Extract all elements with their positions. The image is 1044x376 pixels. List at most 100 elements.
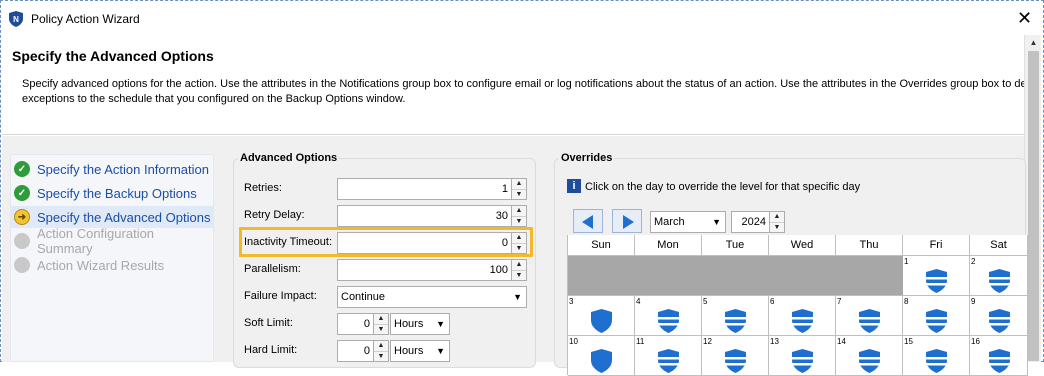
day-number: 7 <box>837 297 842 306</box>
soft-limit-unit-select[interactable]: Hours ▼ <box>390 313 450 335</box>
spin-up-icon[interactable]: ▲ <box>512 179 526 189</box>
pending-icon <box>14 233 30 249</box>
day-of-week-header: Wed <box>769 235 836 256</box>
day-number: 13 <box>770 337 779 346</box>
incremental-backup-shield-icon <box>926 349 947 373</box>
calendar-day[interactable]: 7 <box>836 296 903 336</box>
retry-delay-stepper[interactable]: 30 ▲ ▼ <box>337 205 527 227</box>
step-advanced-options[interactable]: ➜ Specify the Advanced Options <box>11 206 213 228</box>
day-number: 3 <box>569 297 574 306</box>
retries-stepper[interactable]: 1 ▲ ▼ <box>337 178 527 200</box>
spin-buttons[interactable]: ▲ ▼ <box>511 260 526 280</box>
year-stepper[interactable]: 2024 ▲ ▼ <box>731 211 785 233</box>
close-button[interactable]: ✕ <box>1011 7 1037 29</box>
spin-buttons[interactable]: ▲ ▼ <box>769 212 784 232</box>
overrides-group: Overrides i Click on the day to override… <box>554 152 1028 376</box>
step-label: Specify the Backup Options <box>37 185 197 201</box>
wizard-body: ✓ Specify the Action Information ✓ Speci… <box>2 136 1028 376</box>
advanced-options-group: Advanced Options Retries: 1 ▲ ▼ Retry Del… <box>233 152 537 368</box>
spin-buttons[interactable]: ▲ ▼ <box>511 206 526 226</box>
day-of-week-header: Sun <box>568 235 635 256</box>
spin-down-icon[interactable]: ▼ <box>512 216 526 226</box>
spin-buttons[interactable]: ▲ ▼ <box>373 341 388 361</box>
scroll-up-arrow-icon[interactable]: ▲ <box>1028 38 1039 48</box>
spin-up-icon[interactable]: ▲ <box>512 206 526 216</box>
month-select[interactable]: March ▼ <box>650 211 726 233</box>
svg-text:N: N <box>13 15 19 24</box>
day-of-week-header: Thu <box>836 235 903 256</box>
group-title: Overrides <box>559 152 615 164</box>
calendar-empty-days <box>568 256 903 296</box>
step-wizard-results: Action Wizard Results <box>11 254 213 276</box>
incremental-backup-shield-icon <box>988 349 1010 373</box>
hard-limit-stepper[interactable]: 0 ▲ ▼ <box>337 340 389 362</box>
calendar-day[interactable]: 10 <box>568 336 635 376</box>
retries-value: 1 <box>501 183 508 195</box>
spin-down-icon[interactable]: ▼ <box>374 324 388 334</box>
spin-up-icon[interactable]: ▲ <box>374 341 388 351</box>
retry-delay-value: 30 <box>495 210 508 222</box>
inactivity-timeout-highlight <box>239 227 533 257</box>
override-calendar: Sun Mon Tue Wed Thu Fri Sat 1 2 3 4 5 6 7 8 9 10 11 12 13 14… <box>567 235 1028 376</box>
check-icon: ✓ <box>14 161 30 177</box>
calendar-day[interactable]: 4 <box>635 296 702 336</box>
scroll-thumb[interactable] <box>1028 51 1039 361</box>
parallelism-value: 100 <box>489 264 508 276</box>
step-configuration-summary: Action Configuration Summary <box>11 226 213 256</box>
day-number: 10 <box>569 337 578 346</box>
day-number: 15 <box>904 337 913 346</box>
spin-down-icon[interactable]: ▼ <box>770 222 784 232</box>
calendar-day[interactable]: 2 <box>970 256 1028 296</box>
day-of-week-header: Mon <box>635 235 702 256</box>
incremental-backup-shield-icon <box>859 349 880 373</box>
spin-up-icon[interactable]: ▲ <box>770 212 784 222</box>
spin-up-icon[interactable]: ▲ <box>374 314 388 324</box>
parallelism-stepper[interactable]: 100 ▲ ▼ <box>337 259 527 281</box>
incremental-backup-shield-icon <box>725 349 746 373</box>
check-icon: ✓ <box>14 185 30 201</box>
calendar-day[interactable]: 14 <box>836 336 903 376</box>
spin-down-icon[interactable]: ▼ <box>374 351 388 361</box>
day-number: 5 <box>703 297 708 306</box>
hard-limit-unit-select[interactable]: Hours ▼ <box>390 340 450 362</box>
spin-buttons[interactable]: ▲ ▼ <box>511 179 526 199</box>
day-number: 2 <box>971 257 976 266</box>
calendar-day[interactable]: 12 <box>702 336 769 376</box>
failure-impact-value: Continue <box>341 291 386 303</box>
calendar-day[interactable]: 8 <box>903 296 970 336</box>
hard-limit-unit: Hours <box>394 345 424 357</box>
wizard-steps: ✓ Specify the Action Information ✓ Speci… <box>10 154 214 362</box>
day-number: 8 <box>904 297 909 306</box>
step-action-information[interactable]: ✓ Specify the Action Information <box>11 158 213 180</box>
incremental-backup-shield-icon <box>658 349 679 373</box>
step-backup-options[interactable]: ✓ Specify the Backup Options <box>11 182 213 204</box>
day-number: 9 <box>971 297 976 306</box>
failure-impact-select[interactable]: Continue ▼ <box>337 286 527 308</box>
spin-up-icon[interactable]: ▲ <box>512 260 526 270</box>
next-month-button[interactable] <box>612 209 642 233</box>
spin-buttons[interactable]: ▲ ▼ <box>373 314 388 334</box>
day-number: 16 <box>971 337 980 346</box>
calendar-day[interactable]: 9 <box>970 296 1028 336</box>
calendar-day[interactable]: 11 <box>635 336 702 376</box>
spin-down-icon[interactable]: ▼ <box>512 270 526 280</box>
calendar-day[interactable]: 15 <box>903 336 970 376</box>
calendar-day[interactable]: 3 <box>568 296 635 336</box>
previous-month-button[interactable] <box>573 209 603 233</box>
calendar-day[interactable]: 1 <box>903 256 970 296</box>
calendar-day[interactable]: 6 <box>769 296 836 336</box>
spin-down-icon[interactable]: ▼ <box>512 189 526 199</box>
arrow-right-icon <box>623 215 634 229</box>
hard-limit-row: Hard Limit: 0 ▲ ▼ Hours ▼ <box>234 340 537 362</box>
parallelism-label: Parallelism: <box>244 263 301 275</box>
pending-icon <box>14 257 30 273</box>
calendar-day[interactable]: 5 <box>702 296 769 336</box>
calendar-day[interactable]: 13 <box>769 336 836 376</box>
current-step-icon: ➜ <box>14 209 30 225</box>
calendar-day[interactable]: 16 <box>970 336 1028 376</box>
day-number: 6 <box>770 297 775 306</box>
page-title: Specify the Advanced Options <box>12 48 214 64</box>
soft-limit-stepper[interactable]: 0 ▲ ▼ <box>337 313 389 335</box>
hard-limit-label: Hard Limit: <box>244 344 298 356</box>
soft-limit-value: 0 <box>363 318 370 330</box>
